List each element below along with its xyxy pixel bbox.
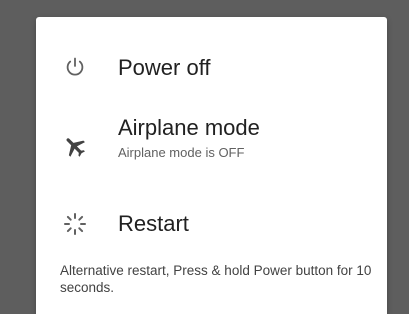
restart-icon <box>62 211 88 237</box>
power-off-label: Power off <box>118 55 211 80</box>
power-icon <box>64 56 86 78</box>
power-menu-dialog: Power off Airplane mode Airplane mode is… <box>36 17 387 314</box>
restart-label: Restart <box>118 211 189 236</box>
airplane-icon <box>62 133 88 159</box>
airplane-mode-status: Airplane mode is OFF <box>118 145 245 160</box>
alternative-restart-note: Alternative restart, Press & hold Power … <box>60 263 372 295</box>
airplane-mode-option[interactable]: Airplane mode Airplane mode is OFF <box>36 109 387 171</box>
power-off-option[interactable]: Power off <box>36 47 387 93</box>
airplane-mode-label: Airplane mode <box>118 115 260 140</box>
restart-option[interactable]: Restart <box>36 201 387 247</box>
